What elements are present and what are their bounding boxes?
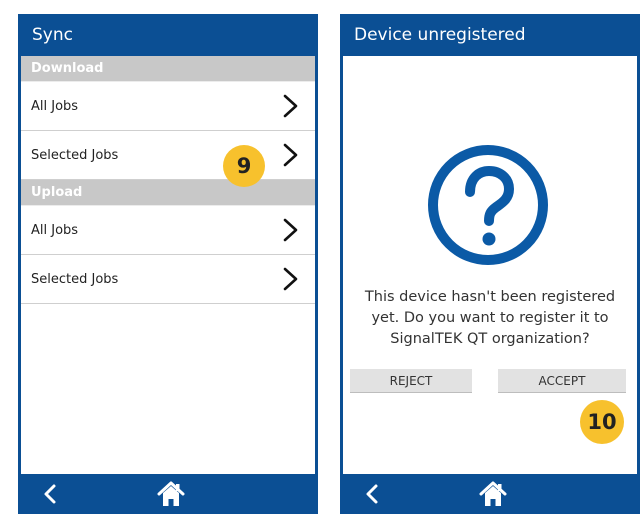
sync-screen: Sync Download All Jobs Selected Jobs Upl… — [18, 14, 318, 514]
row-label: All Jobs — [31, 223, 79, 238]
sync-list: Download All Jobs Selected Jobs Upload A… — [21, 56, 315, 474]
accept-button[interactable]: ACCEPT — [498, 369, 626, 393]
upload-selected-jobs-row[interactable]: Selected Jobs — [21, 255, 315, 304]
page-title: Sync — [32, 25, 73, 45]
step-callout-9: 9 — [223, 145, 265, 187]
back-arrow-icon[interactable] — [362, 483, 382, 505]
back-arrow-icon[interactable] — [40, 483, 60, 505]
row-label: Selected Jobs — [31, 148, 119, 163]
step-callout-10: 10 — [580, 400, 624, 444]
bottom-nav-bar — [340, 474, 640, 514]
download-all-jobs-row[interactable]: All Jobs — [21, 82, 315, 131]
reject-button[interactable]: REJECT — [350, 369, 472, 393]
page-title: Device unregistered — [354, 25, 526, 45]
upload-all-jobs-row[interactable]: All Jobs — [21, 206, 315, 255]
question-mark-circle-icon — [428, 145, 548, 265]
bottom-nav-bar — [18, 474, 318, 514]
home-icon[interactable] — [478, 480, 508, 508]
row-label: All Jobs — [31, 99, 79, 114]
chevron-right-icon — [283, 94, 298, 118]
dialog-message: This device hasn't been registered yet. … — [364, 289, 616, 347]
download-selected-jobs-row[interactable]: Selected Jobs — [21, 131, 315, 180]
section-header-upload: Upload — [21, 180, 315, 206]
chevron-right-icon — [283, 267, 298, 291]
section-header-download: Download — [21, 56, 315, 82]
chevron-right-icon — [283, 143, 298, 167]
chevron-right-icon — [283, 218, 298, 242]
home-icon[interactable] — [156, 480, 186, 508]
row-label: Selected Jobs — [31, 272, 119, 287]
